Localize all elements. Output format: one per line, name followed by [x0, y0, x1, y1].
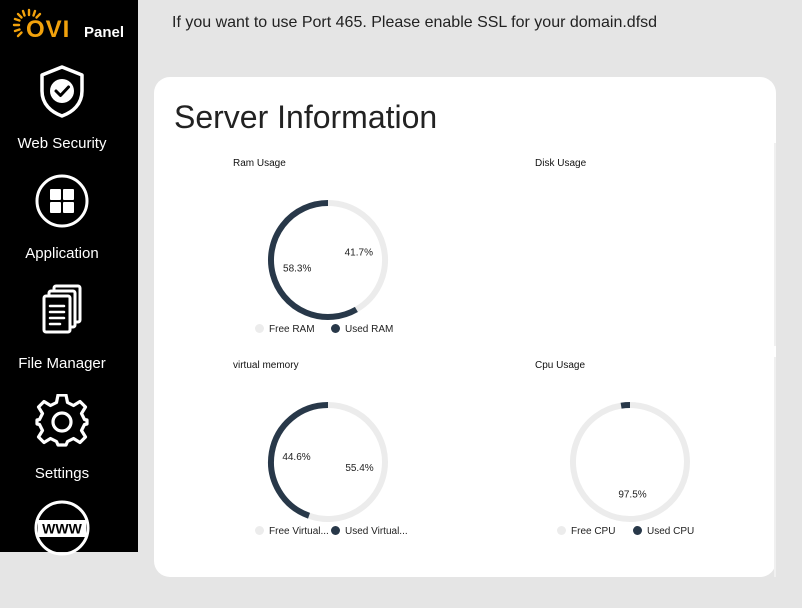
legend-label: Free CPU [571, 526, 616, 537]
legend-swatch [331, 526, 340, 535]
legend-label: Free Virtual... [269, 526, 329, 537]
server-info-card: Server Information Ram Usage 41.7% 58.3% … [154, 77, 776, 577]
legend-item[interactable]: Free CPU [557, 526, 615, 537]
donut-segment-used-ram[interactable] [268, 200, 358, 320]
sidebar-item-file-manager[interactable]: File Manager [0, 284, 138, 392]
cpu-usage-chart: Cpu Usage 97.5% Free CPU Used CPU [535, 360, 775, 550]
legend-item[interactable]: Used Virtual... [331, 526, 408, 537]
sidebar-item-settings[interactable]: Settings [0, 394, 138, 502]
sidebar-item-label: File Manager [18, 355, 106, 372]
grid-icon [35, 174, 89, 228]
sidebar-item-web-security[interactable]: Web Security [0, 64, 138, 172]
virtual-memory-chart: virtual memory 55.4% 44.6% Free Virtual..… [233, 360, 473, 550]
data-label: 58.3% [283, 264, 311, 275]
virtual-memory-donut: 55.4% 44.6% [268, 402, 388, 522]
donut-segment-used-cpu[interactable] [620, 401, 631, 409]
ovipanel-logo[interactable]: OVI Panel [12, 6, 127, 46]
ram-usage-chart: Ram Usage 41.7% 58.3% Free RAM Used RAM [233, 158, 473, 348]
legend-swatch [633, 526, 642, 535]
ssl-notice: If you want to use Port 465. Please enab… [172, 14, 658, 31]
legend-item[interactable]: Free RAM [255, 324, 315, 335]
data-label: 44.6% [282, 452, 310, 463]
sidebar-item-label: Application [25, 245, 99, 262]
donut-segment-free-cpu[interactable] [569, 402, 690, 522]
sidebar-item-label: Web Security [17, 135, 107, 152]
ram-usage-donut: 41.7% 58.3% [268, 200, 388, 320]
legend-item[interactable]: Used CPU [633, 526, 694, 537]
shield-check-icon [40, 65, 84, 118]
legend-label: Used CPU [647, 526, 695, 537]
gear-icon [35, 394, 89, 447]
legend-label: Used RAM [345, 324, 394, 335]
disk-usage-chart: Disk Usage [535, 158, 775, 348]
sidebar-item-application[interactable]: Application [0, 174, 138, 282]
data-label: 55.4% [345, 463, 373, 474]
data-label: 41.7% [345, 247, 373, 258]
logo-ovi-text: OVI [26, 16, 71, 43]
legend-swatch [255, 324, 264, 333]
sidebar: OVI Panel Web Security Application File … [0, 0, 138, 556]
legend-swatch [255, 526, 264, 535]
legend-swatch [331, 324, 340, 333]
disk-usage-donut [535, 158, 775, 348]
legend-label: Free RAM [269, 324, 315, 335]
logo-panel-text: Panel [84, 24, 125, 41]
sidebar-item-label: Settings [34, 465, 90, 482]
www-icon: WWW [34, 500, 90, 556]
cpu-usage-donut: 97.5% [569, 401, 690, 522]
www-icon-text: WWW [42, 521, 82, 537]
legend-item[interactable]: Used RAM [331, 324, 393, 335]
legend-label: Used Virtual... [345, 526, 408, 537]
page-title: Server Information [174, 99, 438, 135]
sidebar-item-www[interactable]: WWW [0, 500, 138, 608]
documents-icon [42, 284, 82, 334]
legend-item[interactable]: Free Virtual... [255, 526, 329, 537]
legend-swatch [557, 526, 566, 535]
data-label: 97.5% [618, 489, 646, 500]
